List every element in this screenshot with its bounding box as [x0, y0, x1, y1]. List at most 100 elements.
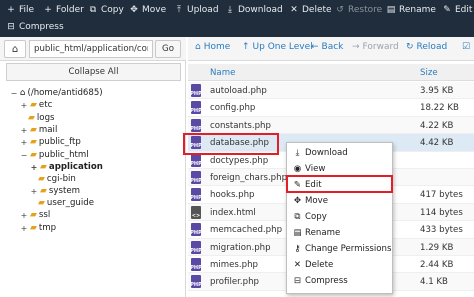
tree-item-home[interactable]: − ⌂ (/home/antid685)	[10, 88, 103, 98]
copy-icon: ⧉	[294, 212, 301, 222]
arrow-left-icon: ←	[311, 42, 319, 52]
php-file-icon: PHP	[190, 240, 202, 254]
download-icon: ⤓	[295, 148, 300, 158]
php-file-icon: PHP	[190, 223, 202, 237]
file-row[interactable]: PHP constants.php 4.22 KB	[188, 116, 474, 135]
context-download[interactable]: ⤓ Download	[293, 148, 348, 158]
collapse-toggle-icon[interactable]: −	[10, 89, 18, 98]
compress-button[interactable]: ⊟ Compress	[6, 18, 63, 36]
context-copy[interactable]: ⧉ Copy	[293, 212, 326, 222]
tree-item-public-html[interactable]: − ▰ public_html	[20, 150, 89, 160]
tree-item-system[interactable]: + ▰ system	[30, 186, 80, 196]
toolbar: + File + Folder ⧉ Copy ✥ Move ⤒ Upload ⤓ Downl…	[0, 0, 474, 37]
path-bar: ⌂ Go	[0, 37, 186, 61]
expand-toggle-icon[interactable]: +	[20, 224, 28, 233]
column-name-header[interactable]: Name	[210, 68, 235, 78]
move-button[interactable]: ✥ Move	[129, 1, 166, 19]
folder-icon: ▰	[30, 100, 37, 110]
tree-item-tmp[interactable]: + ▰ tmp	[20, 223, 56, 233]
context-compress[interactable]: ⊟ Compress	[293, 276, 348, 286]
new-file-button[interactable]: + File	[6, 1, 34, 19]
restore-button[interactable]: ↺ Restore	[335, 1, 382, 19]
tree-item-ssl[interactable]: + ▰ ssl	[20, 210, 51, 220]
close-icon: ✕	[293, 260, 302, 270]
folder-icon: ▰	[30, 210, 37, 220]
collapse-toggle-icon[interactable]: −	[20, 151, 28, 160]
expand-toggle-icon[interactable]: +	[20, 126, 28, 135]
plus-icon: +	[44, 5, 52, 15]
context-move[interactable]: ✥ Move	[293, 196, 328, 206]
nav-up-button[interactable]: ↑ Up One Level	[242, 42, 313, 52]
php-file-icon: PHP	[190, 101, 202, 115]
tree-item-mail[interactable]: + ▰ mail	[20, 125, 58, 135]
rename-icon: ▤	[293, 228, 302, 238]
context-menu: ⤓ Download ◉ View ✎ Edit ✥ Move ⧉ Copy ▤ Renam…	[286, 142, 393, 294]
html-file-icon: <>	[191, 205, 201, 219]
tree-item-logs[interactable]: ▰ logs	[28, 113, 55, 123]
expand-toggle-icon[interactable]: +	[20, 101, 28, 110]
nav-reload-button[interactable]: ↻ Reload	[406, 42, 447, 52]
php-file-icon: PHP	[190, 275, 202, 289]
tree-item-cgi-bin[interactable]: ▰ cgi-bin	[38, 174, 76, 184]
php-file-icon: PHP	[190, 84, 202, 97]
php-file-icon: PHP	[190, 118, 202, 132]
select-all-checkbox[interactable]: ☑	[462, 42, 470, 52]
folder-open-icon: ▰	[40, 162, 47, 172]
folder-icon: ▰	[30, 125, 37, 135]
rename-icon: ▤	[386, 5, 396, 15]
folder-icon: ▰	[40, 186, 47, 196]
move-icon: ✥	[293, 196, 302, 206]
context-view[interactable]: ◉ View	[293, 164, 326, 174]
close-icon: ✕	[290, 5, 298, 15]
copy-button[interactable]: ⧉ Copy	[88, 1, 124, 19]
expand-toggle-icon[interactable]: +	[20, 211, 28, 220]
tree-item-etc[interactable]: + ▰ etc	[20, 100, 53, 110]
expand-toggle-icon[interactable]: +	[20, 138, 28, 147]
upload-button[interactable]: ⤒ Upload	[174, 1, 219, 19]
move-icon: ✥	[130, 5, 138, 15]
file-list-header: Name Size	[188, 64, 474, 81]
tree-item-application[interactable]: + ▰ application	[30, 162, 103, 172]
tree-item-public-ftp[interactable]: + ▰ public_ftp	[20, 137, 81, 147]
highlight-selected-file	[183, 133, 279, 155]
folder-icon: ▰	[28, 113, 35, 123]
nav-home-button[interactable]: ⌂ Home	[195, 42, 230, 52]
rename-button[interactable]: ▤ Rename	[386, 1, 436, 19]
file-row[interactable]: PHP autoload.php 3.95 KB	[188, 82, 474, 100]
tree-item-user-guide[interactable]: ▰ user_guide	[38, 198, 94, 208]
nav-back-button[interactable]: ← Back	[311, 42, 343, 52]
php-file-icon: PHP	[190, 258, 202, 271]
folder-icon: ▰	[38, 174, 45, 184]
home-icon: ⌂	[195, 42, 201, 52]
directory-tree: Collapse All − ⌂ (/home/antid685) + ▰ etc ▰ l…	[0, 61, 186, 297]
edit-button[interactable]: ✎ Edit	[442, 1, 472, 19]
compress-icon: ⊟	[7, 22, 15, 32]
compress-icon: ⊟	[293, 276, 302, 286]
download-icon: ⤓	[228, 5, 232, 15]
home-icon: ⌂	[20, 88, 26, 98]
expand-toggle-icon[interactable]: +	[30, 187, 38, 196]
new-folder-button[interactable]: + Folder	[43, 1, 84, 19]
context-change-permissions[interactable]: ⚷ Change Permissions	[293, 244, 391, 254]
arrow-up-icon: ↑	[242, 42, 250, 52]
arrow-right-icon: →	[352, 42, 360, 52]
copy-icon: ⧉	[89, 5, 97, 15]
context-rename[interactable]: ▤ Rename	[293, 228, 340, 238]
php-file-icon: PHP	[190, 188, 202, 202]
column-size-header[interactable]: Size	[420, 68, 438, 78]
home-icon[interactable]: ⌂	[4, 40, 26, 58]
collapse-all-button[interactable]: Collapse All	[6, 63, 181, 81]
delete-button[interactable]: ✕ Delete	[289, 1, 331, 19]
path-input[interactable]	[29, 40, 153, 58]
expand-toggle-icon[interactable]: +	[30, 163, 38, 172]
context-delete[interactable]: ✕ Delete	[293, 260, 333, 270]
go-button[interactable]: Go	[155, 40, 181, 58]
upload-icon: ⤒	[177, 5, 181, 15]
checkbox-icon: ☑	[462, 42, 471, 52]
download-button[interactable]: ⤓ Download	[225, 1, 283, 19]
php-file-icon: PHP	[190, 171, 202, 184]
nav-forward-button[interactable]: → Forward	[352, 42, 399, 52]
folder-icon: ▰	[30, 223, 37, 233]
file-row[interactable]: PHP config.php 18.22 KB	[188, 99, 474, 117]
folder-icon: ▰	[30, 150, 37, 160]
